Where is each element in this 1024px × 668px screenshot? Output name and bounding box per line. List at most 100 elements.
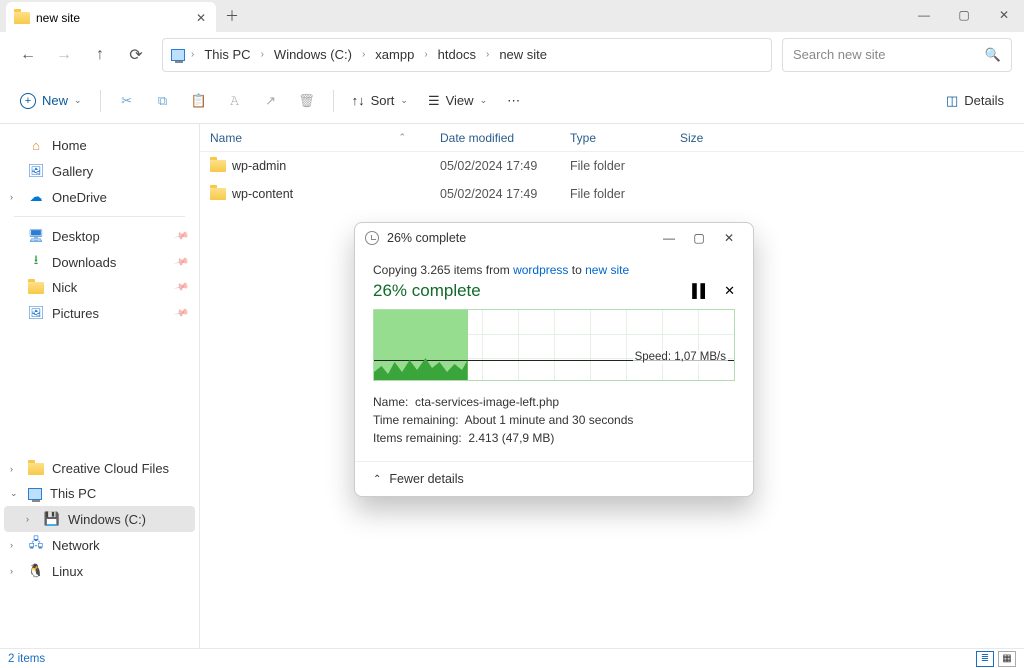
sidebar-item-linux[interactable]: ›🐧Linux	[4, 558, 195, 584]
table-row[interactable]: wp-content 05/02/2024 17:49 File folder	[200, 180, 1024, 208]
share-button[interactable]: ↗	[255, 89, 287, 113]
cloud-icon: ☁	[28, 189, 44, 205]
sidebar-item-desktop[interactable]: 🖥Desktop	[4, 223, 195, 249]
forward-button[interactable]: →	[48, 39, 80, 71]
pc-icon	[28, 488, 42, 500]
chevron-right-icon[interactable]: ›	[10, 464, 13, 474]
column-header-date[interactable]: Date modified	[430, 131, 560, 145]
pictures-icon: 🖼	[28, 305, 44, 321]
window-close-button[interactable]: ✕	[984, 0, 1024, 30]
column-header-name[interactable]: Name⌃	[200, 131, 430, 145]
home-icon: ⌂	[28, 137, 44, 153]
toolbar: + New ⌄ ✂ ⧉ 📋 𝙰 ↗ 🗑 ↑↓ Sort ⌄ ☰ View ⌄ ⋯…	[0, 78, 1024, 124]
divider	[333, 90, 334, 112]
chevron-down-icon: ⌄	[74, 95, 82, 106]
sidebar-item-onedrive[interactable]: ›☁OneDrive	[4, 184, 195, 210]
details-icon: ◫	[946, 93, 958, 109]
tab-close-button[interactable]: ✕	[194, 9, 208, 27]
desktop-icon: 🖥	[28, 228, 44, 244]
sidebar: ⌂Home 🖼Gallery ›☁OneDrive 🖥Desktop ⭳Down…	[0, 124, 200, 648]
dialog-close-button[interactable]: ✕	[715, 227, 743, 249]
copy-button[interactable]: ⧉	[147, 89, 179, 113]
fewer-details-button[interactable]: ⌃ Fewer details	[355, 461, 753, 496]
chevron-right-icon[interactable]: ›	[10, 192, 13, 202]
cut-button[interactable]: ✂	[111, 89, 143, 113]
source-link[interactable]: wordpress	[513, 263, 568, 277]
paste-button[interactable]: 📋	[183, 89, 215, 113]
chevron-down-icon: ⌄	[480, 95, 488, 106]
details-pane-button[interactable]: ◫ Details	[938, 89, 1012, 113]
sidebar-item-gallery[interactable]: 🖼Gallery	[4, 158, 195, 184]
status-count: 2 items	[8, 653, 45, 665]
folder-icon	[210, 188, 226, 200]
sort-icon: ↑↓	[352, 93, 365, 108]
table-row[interactable]: wp-admin 05/02/2024 17:49 File folder	[200, 152, 1024, 180]
folder-icon	[14, 12, 30, 24]
delete-button[interactable]: 🗑	[291, 89, 323, 113]
dialog-info: Name: cta-services-image-left.php Time r…	[373, 393, 735, 447]
dialog-minimize-button[interactable]: —	[655, 227, 683, 249]
chevron-right-icon: ›	[420, 49, 431, 60]
titlebar: new site ✕ ＋ — ▢ ✕	[0, 0, 1024, 32]
folder-icon	[28, 282, 44, 294]
up-button[interactable]: ↑	[84, 39, 116, 71]
view-button[interactable]: ☰ View ⌄	[420, 89, 495, 113]
address-bar[interactable]: › This PC › Windows (C:) › xampp › htdoc…	[162, 38, 772, 72]
divider	[100, 90, 101, 112]
chevron-right-icon: ›	[257, 49, 268, 60]
gallery-icon: 🖼	[28, 163, 44, 179]
dialog-titlebar[interactable]: 26% complete — ▢ ✕	[355, 223, 753, 253]
breadcrumb[interactable]: new site	[495, 45, 551, 64]
pause-button[interactable]: ▐▐	[688, 283, 704, 299]
disk-icon: 💾	[44, 511, 60, 527]
chevron-right-icon[interactable]: ›	[10, 540, 13, 550]
chevron-down-icon[interactable]: ⌄	[10, 488, 18, 499]
column-header-type[interactable]: Type	[560, 131, 670, 145]
new-button[interactable]: + New ⌄	[12, 89, 90, 113]
chevron-right-icon: ›	[358, 49, 369, 60]
window-tab[interactable]: new site ✕	[6, 2, 216, 34]
sidebar-item-network[interactable]: ›🖧Network	[4, 532, 195, 558]
tab-title: new site	[36, 11, 80, 25]
divider	[14, 216, 185, 217]
cancel-button[interactable]: ✕	[724, 283, 735, 299]
refresh-button[interactable]: ⟳	[120, 39, 152, 71]
breadcrumb[interactable]: This PC	[200, 45, 254, 64]
chevron-right-icon: ›	[482, 49, 493, 60]
search-input[interactable]: Search new site 🔍	[782, 38, 1012, 72]
sort-indicator-icon: ⌃	[398, 132, 420, 143]
chevron-right-icon[interactable]: ›	[26, 514, 29, 524]
speed-label: Speed: 1,07 MB/s	[633, 350, 728, 364]
breadcrumb[interactable]: htdocs	[434, 45, 480, 64]
rename-button[interactable]: 𝙰	[219, 89, 251, 113]
sidebar-item-thispc[interactable]: ⌄This PC	[4, 481, 195, 506]
chevron-right-icon: ›	[187, 49, 198, 60]
sidebar-item-home[interactable]: ⌂Home	[4, 132, 195, 158]
column-header-size[interactable]: Size	[670, 131, 740, 145]
column-headers: Name⌃ Date modified Type Size	[200, 124, 1024, 152]
more-button[interactable]: ⋯	[499, 89, 528, 113]
sidebar-item-nick[interactable]: Nick	[4, 275, 195, 300]
destination-link[interactable]: new site	[585, 263, 629, 277]
view-icons-button[interactable]: ▦	[998, 651, 1016, 667]
back-button[interactable]: ←	[12, 39, 44, 71]
copy-progress-dialog: 26% complete — ▢ ✕ Copying 3.265 items f…	[354, 222, 754, 497]
search-icon: 🔍	[985, 47, 1001, 63]
sidebar-item-ccf[interactable]: ›Creative Cloud Files	[4, 456, 195, 481]
sort-button[interactable]: ↑↓ Sort ⌄	[344, 89, 416, 112]
chevron-right-icon[interactable]: ›	[10, 566, 13, 576]
dialog-maximize-button[interactable]: ▢	[685, 227, 713, 249]
sidebar-item-pictures[interactable]: 🖼Pictures	[4, 300, 195, 326]
breadcrumb[interactable]: Windows (C:)	[270, 45, 356, 64]
breadcrumb[interactable]: xampp	[371, 45, 418, 64]
new-tab-button[interactable]: ＋	[216, 0, 248, 32]
sidebar-item-windowsc[interactable]: ›💾Windows (C:)	[4, 506, 195, 532]
navbar: ← → ↑ ⟳ › This PC › Windows (C:) › xampp…	[0, 32, 1024, 78]
pc-icon	[171, 49, 185, 61]
chevron-down-icon: ⌄	[400, 95, 408, 106]
window-maximize-button[interactable]: ▢	[944, 0, 984, 30]
view-icon: ☰	[428, 93, 440, 109]
sidebar-item-downloads[interactable]: ⭳Downloads	[4, 249, 195, 275]
view-details-button[interactable]: ≣	[976, 651, 994, 667]
window-minimize-button[interactable]: —	[904, 0, 944, 30]
